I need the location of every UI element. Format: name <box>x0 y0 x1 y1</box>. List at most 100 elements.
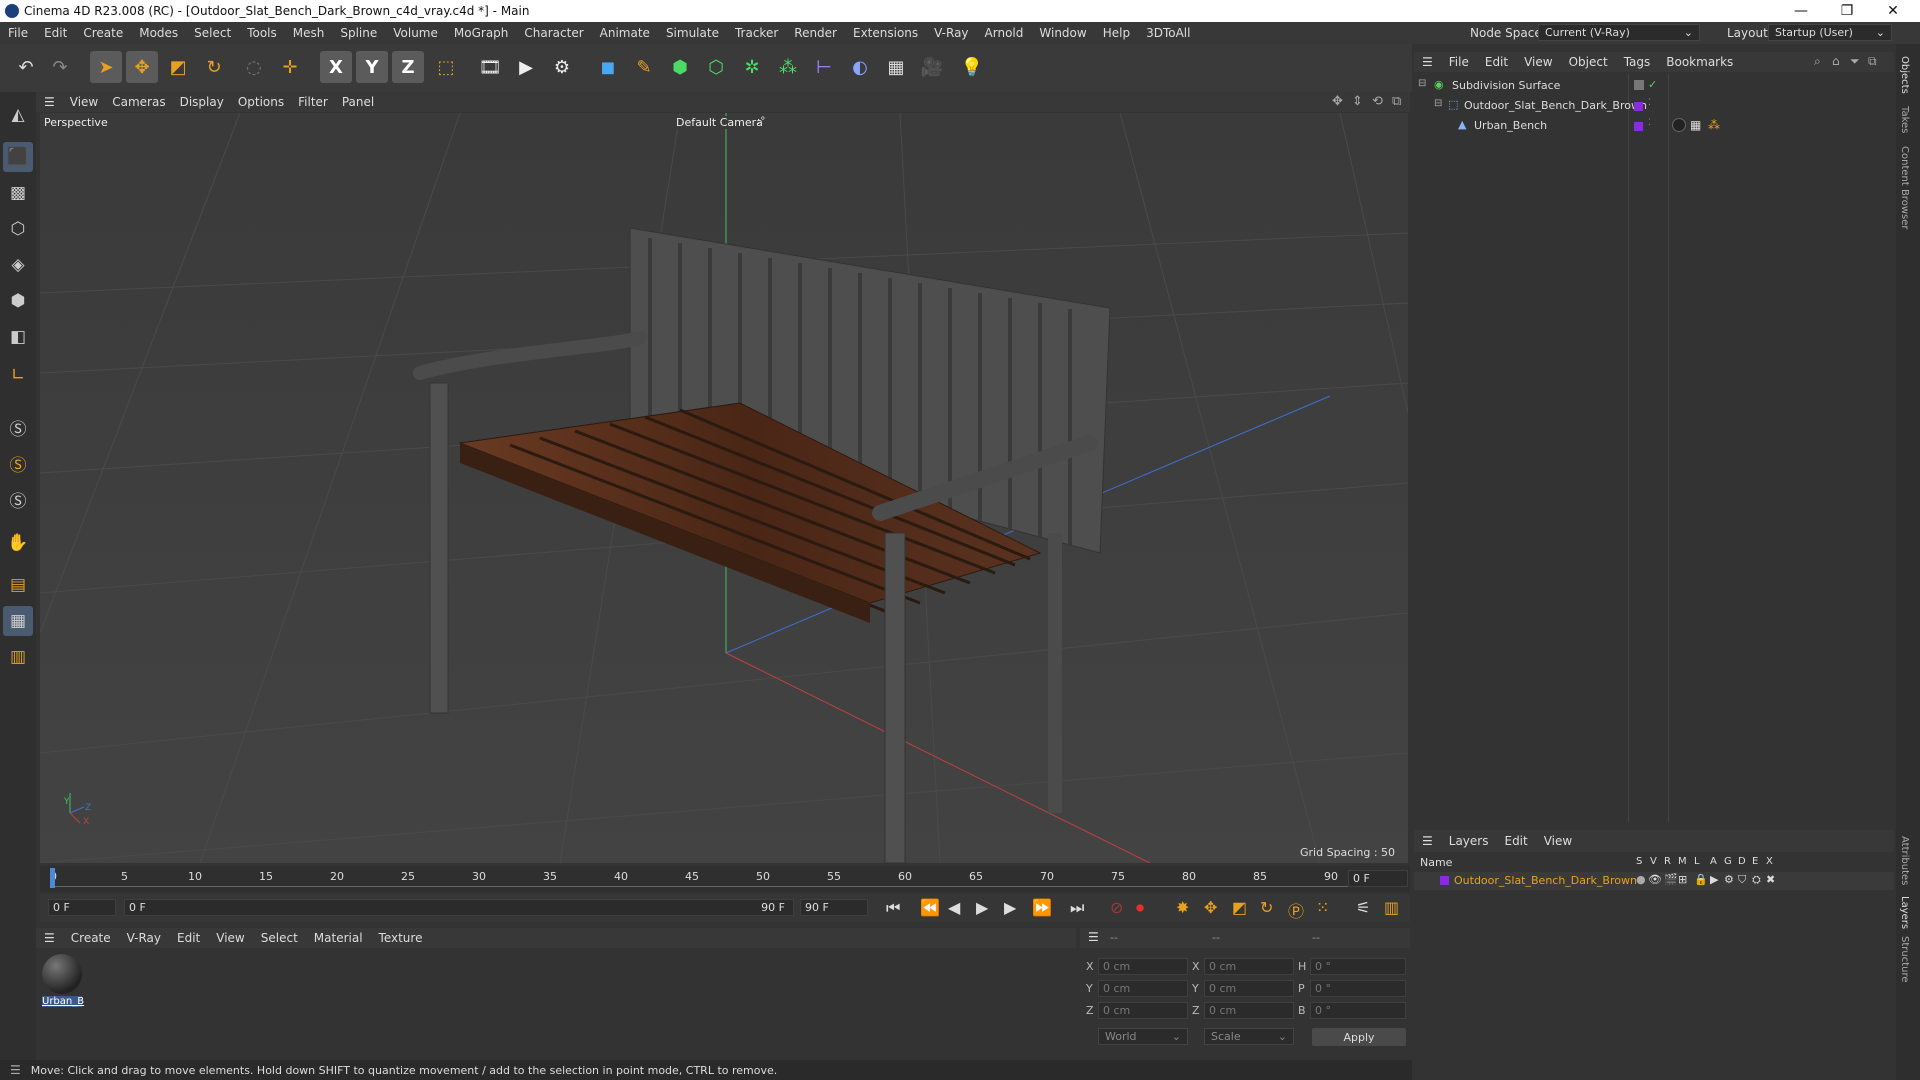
menu-mesh[interactable]: Mesh <box>285 26 333 40</box>
current-frame-field[interactable]: 0 F <box>1348 870 1408 887</box>
locked-workplane-icon[interactable]: ▥ <box>3 642 33 672</box>
layer-row[interactable]: Outdoor_Slat_Bench_Dark_Brown ● 👁 🎬 ⊞ 🔒 … <box>1414 872 1894 890</box>
axis-mode-icon[interactable]: ∟ <box>3 360 33 390</box>
prev-key-icon[interactable]: ⏪ <box>920 898 940 917</box>
move-icon[interactable]: ✥ <box>126 51 158 83</box>
material-menu-create[interactable]: Create <box>63 931 119 945</box>
menu-select[interactable]: Select <box>186 26 239 40</box>
record-keys-icon[interactable]: ⊘ <box>1110 898 1123 917</box>
lock-icon[interactable]: 🔒 <box>1694 873 1708 886</box>
coord-system-dropdown[interactable]: World ⌄ <box>1098 1028 1188 1045</box>
menu-render[interactable]: Render <box>786 26 845 40</box>
menu-3dtoall[interactable]: 3DToAll <box>1138 26 1198 40</box>
manager-icon[interactable]: ⊞ <box>1678 873 1687 886</box>
collapse-icon[interactable]: ⊟ <box>1418 78 1426 89</box>
menu-edit[interactable]: Edit <box>36 26 75 40</box>
pos-x-field[interactable]: 0 cm <box>1098 958 1188 975</box>
menu-tools[interactable]: Tools <box>239 26 285 40</box>
mograph-icon[interactable]: ⁂ <box>772 51 804 83</box>
quantize-icon[interactable]: Ⓢ <box>3 484 33 514</box>
size-x-field[interactable]: 0 cm <box>1204 958 1294 975</box>
size-z-field[interactable]: 0 cm <box>1204 1002 1294 1019</box>
menu-window[interactable]: Window <box>1031 26 1094 40</box>
goto-end-icon[interactable]: ⏭ <box>1070 898 1084 918</box>
maximize-button[interactable]: ❐ <box>1824 0 1870 22</box>
layer-swatch[interactable] <box>1634 122 1643 131</box>
objects-menu-object[interactable]: Object <box>1561 55 1616 69</box>
material-menu-edit[interactable]: Edit <box>169 931 208 945</box>
perspective-viewport[interactable]: Perspective Default Camera :° Y Z X Grid… <box>40 113 1408 863</box>
autokey-icon[interactable]: ⏺ <box>1136 898 1144 918</box>
extrude-icon[interactable]: ⬡ <box>700 51 732 83</box>
tab-attributes[interactable]: Attributes <box>1899 836 1910 885</box>
key-scale-icon[interactable]: ◩ <box>1232 898 1247 917</box>
timeline-ruler[interactable]: 0 5 10 15 20 25 30 35 40 45 50 55 60 65 … <box>40 866 1410 892</box>
scale-icon[interactable]: ◩ <box>162 51 194 83</box>
transform-icon[interactable]: ✛ <box>274 51 306 83</box>
minimize-button[interactable]: — <box>1778 0 1824 22</box>
redo-icon[interactable]: ↷ <box>44 51 76 83</box>
objects-menu-file[interactable]: File <box>1441 55 1477 69</box>
key-pla-icon[interactable]: ⁙ <box>1316 898 1329 917</box>
menu-tracker[interactable]: Tracker <box>727 26 786 40</box>
hamburger-icon[interactable]: ☰ <box>1414 834 1441 848</box>
zoom-view-icon[interactable]: ⇕ <box>1352 94 1363 109</box>
pen-icon[interactable]: ✎ <box>628 51 660 83</box>
goto-start-icon[interactable]: ⏮ <box>886 898 900 918</box>
cloner-icon[interactable]: ✲ <box>736 51 768 83</box>
menu-arnold[interactable]: Arnold <box>977 26 1032 40</box>
camera-name[interactable]: Default Camera <box>676 116 763 129</box>
visibility-dots-icon[interactable]: ⁚ <box>1648 118 1651 128</box>
layers-menu-edit[interactable]: Edit <box>1496 834 1535 848</box>
snap-icon[interactable]: Ⓢ <box>3 412 33 442</box>
layer-color-swatch[interactable] <box>1440 876 1449 885</box>
objects-menu-edit[interactable]: Edit <box>1477 55 1516 69</box>
key-param-icon[interactable]: Ⓟ <box>1288 898 1304 922</box>
layer-color-box[interactable] <box>1634 80 1644 90</box>
points-mode-icon[interactable]: ⬡ <box>3 214 33 244</box>
end-frame-field[interactable]: 90 F <box>800 899 868 916</box>
menu-volume[interactable]: Volume <box>385 26 446 40</box>
tab-layers[interactable]: Layers <box>1899 896 1910 929</box>
next-key-icon[interactable]: ⏩ <box>1032 898 1052 917</box>
live-select-icon[interactable]: ◌ <box>238 51 270 83</box>
objects-menu-tags[interactable]: Tags <box>1616 55 1659 69</box>
camera-icon[interactable]: 🎥 <box>916 51 948 83</box>
subdivision-icon[interactable]: ⬢ <box>664 51 696 83</box>
toggle-view-icon[interactable]: ⧉ <box>1392 94 1401 109</box>
eye-icon[interactable]: 👁 <box>1648 873 1662 886</box>
object-row[interactable]: ▲ Urban_Bench ⁚ ▦ ⁂ <box>1414 118 1894 136</box>
new-window-icon[interactable]: ⧉ <box>1868 54 1877 69</box>
object-row[interactable]: ⊟ ◉ Subdivision Surface ✓ <box>1414 78 1894 96</box>
render-region-icon[interactable]: 🎞 <box>474 51 506 83</box>
playhead[interactable] <box>50 868 55 888</box>
menu-mograph[interactable]: MoGraph <box>446 26 517 40</box>
enabled-check-icon[interactable]: ✓ <box>1648 78 1657 91</box>
objects-menu-view[interactable]: View <box>1516 55 1560 69</box>
menu-file[interactable]: File <box>0 26 36 40</box>
hamburger-icon[interactable]: ☰ <box>0 1063 31 1077</box>
rotate-view-icon[interactable]: ⟲ <box>1372 94 1383 109</box>
close-button[interactable]: ✕ <box>1870 0 1916 22</box>
animation-icon[interactable]: ▶ <box>1710 873 1718 886</box>
collapse-icon[interactable]: ⊟ <box>1434 98 1442 109</box>
viewport-menu-display[interactable]: Display <box>173 95 231 109</box>
material-menu-texture[interactable]: Texture <box>371 931 431 945</box>
menu-extensions[interactable]: Extensions <box>845 26 926 40</box>
search-icon[interactable]: ⌕ <box>1814 54 1821 69</box>
y-axis-icon[interactable]: Y <box>356 51 388 83</box>
material-swatch[interactable]: Urban_B <box>42 954 84 1012</box>
deformer-layer-icon[interactable]: ⛉ <box>1738 873 1746 887</box>
rot-p-field[interactable]: 0 ° <box>1310 980 1406 997</box>
layout-timeline-icon[interactable]: ▥ <box>1384 898 1399 917</box>
key-rotate-icon[interactable]: ↻ <box>1260 898 1273 917</box>
material-menu-view[interactable]: View <box>208 931 252 945</box>
tab-content-browser[interactable]: Content Browser <box>1899 146 1910 229</box>
home-icon[interactable]: ⌂ <box>1832 54 1840 68</box>
generator-icon[interactable]: ⚙ <box>1724 873 1734 886</box>
hamburger-icon[interactable]: ☰ <box>36 931 63 945</box>
material-menu-select[interactable]: Select <box>253 931 306 945</box>
material-tag-icon[interactable] <box>1672 118 1686 132</box>
workplane-icon[interactable]: ▤ <box>3 570 33 600</box>
rot-h-field[interactable]: 0 ° <box>1310 958 1406 975</box>
